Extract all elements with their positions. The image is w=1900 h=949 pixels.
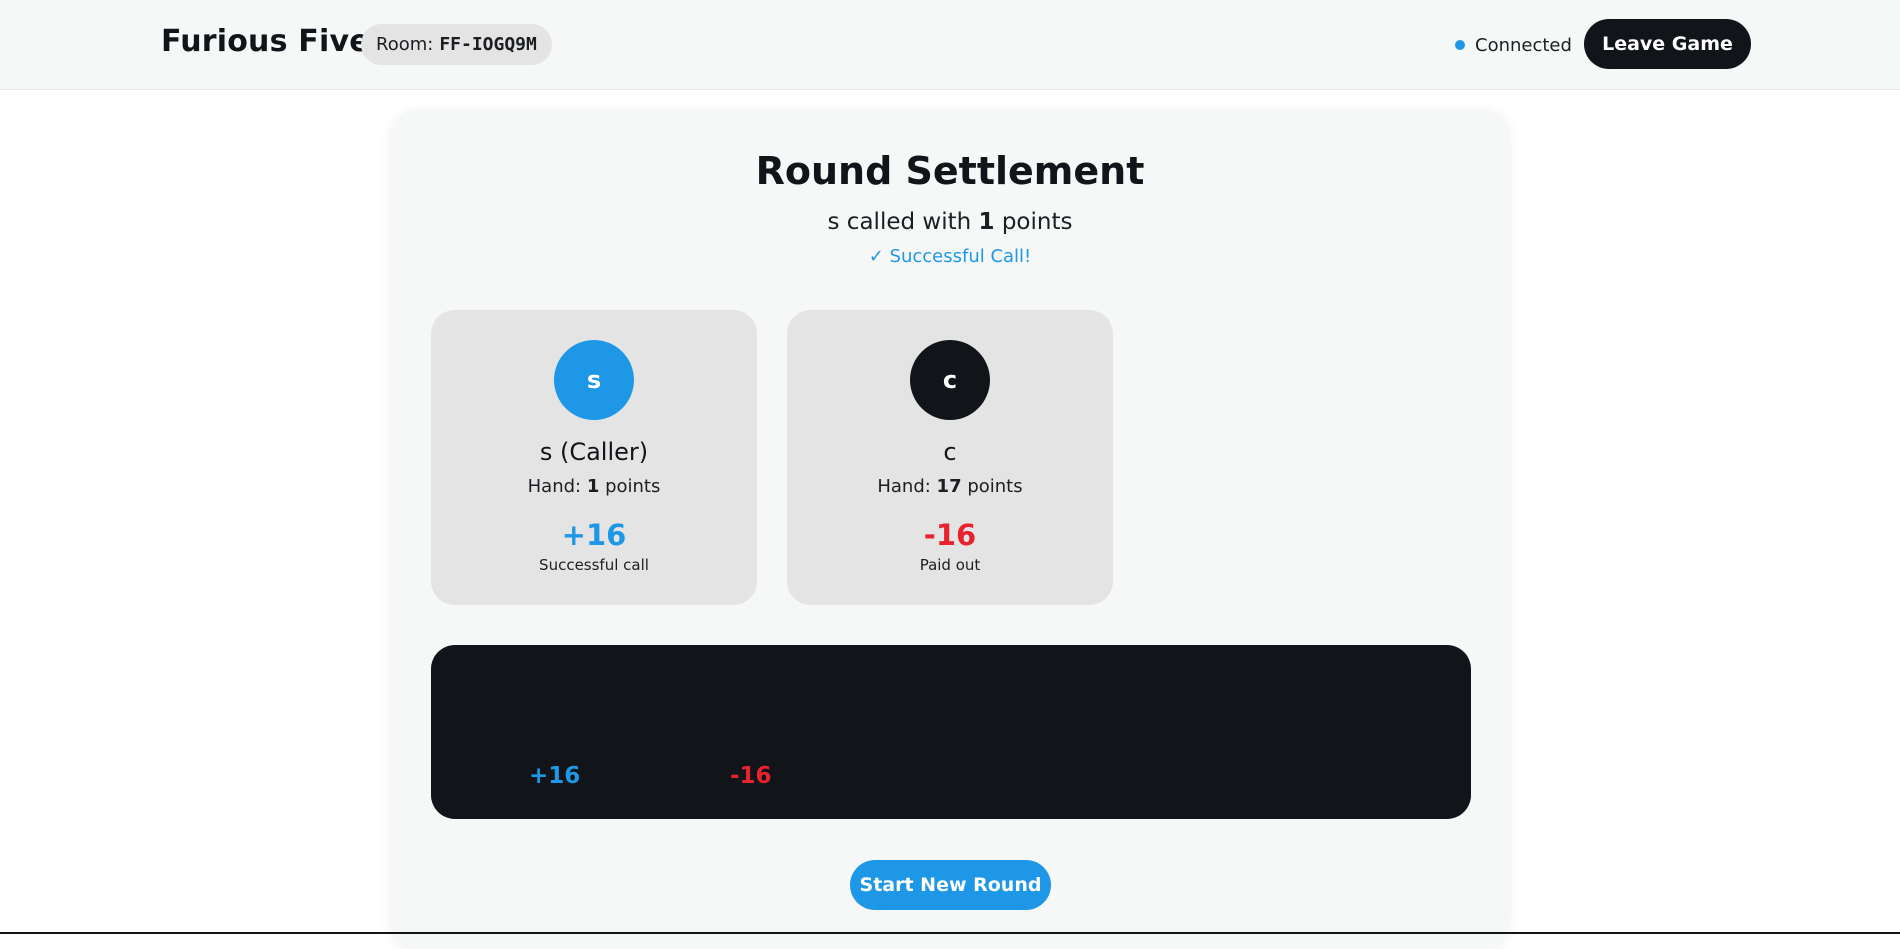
settlement-panel: Round Settlement s called with 1 points … bbox=[390, 109, 1510, 949]
player-hand: Hand: 1 points bbox=[431, 476, 757, 497]
hand-suffix: points bbox=[599, 476, 661, 497]
top-bar: Furious Five Room: FF-IOGQ9M Connected L… bbox=[0, 0, 1900, 90]
score-note: Paid out bbox=[919, 556, 981, 574]
player-card-c: c c Hand: 17 points -16 Paid out bbox=[787, 310, 1113, 605]
hand-points: 1 bbox=[586, 476, 600, 497]
chart-value-label: -16 bbox=[730, 763, 772, 789]
call-points: 1 bbox=[978, 209, 995, 235]
player-hand: Hand: 17 points bbox=[787, 476, 1113, 497]
call-summary-suffix: points bbox=[994, 209, 1073, 235]
app-title: Furious Five bbox=[161, 24, 370, 59]
leave-game-button[interactable]: Leave Game bbox=[1584, 19, 1751, 69]
score-delta: -16 bbox=[923, 518, 977, 552]
score-delta: +16 bbox=[561, 518, 627, 552]
player-name: c bbox=[943, 438, 957, 466]
hand-label: Hand: bbox=[877, 476, 937, 497]
hand-suffix: points bbox=[961, 476, 1023, 497]
connection-status: Connected bbox=[1475, 34, 1572, 56]
page-title: Round Settlement bbox=[755, 149, 1145, 193]
hand-label: Hand: bbox=[527, 476, 587, 497]
player-name: s (Caller) bbox=[539, 438, 649, 466]
chart-value-label: +16 bbox=[529, 763, 581, 789]
avatar: s bbox=[554, 340, 634, 420]
call-summary: s called with 1 points bbox=[390, 209, 1510, 235]
score-chart: +16 -16 bbox=[431, 645, 1471, 819]
room-chip: Room: FF-IOGQ9M bbox=[361, 24, 552, 65]
status-dot-icon bbox=[1455, 40, 1465, 50]
start-new-round-button[interactable]: Start New Round bbox=[850, 860, 1051, 910]
connection-indicator: Connected bbox=[1455, 33, 1572, 57]
player-card-s: s s (Caller) Hand: 1 points +16 Successf… bbox=[431, 310, 757, 605]
room-label: Room: bbox=[376, 34, 434, 55]
avatar: c bbox=[910, 340, 990, 420]
hand-points: 17 bbox=[936, 476, 962, 497]
score-note: Successful call bbox=[539, 556, 649, 574]
call-summary-prefix: s called with bbox=[827, 209, 979, 235]
room-code: FF-IOGQ9M bbox=[439, 34, 537, 55]
call-result-status: ✓ Successful Call! bbox=[868, 246, 1032, 267]
